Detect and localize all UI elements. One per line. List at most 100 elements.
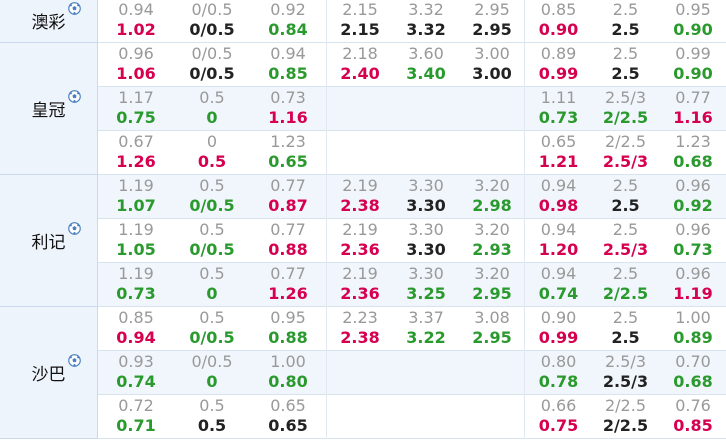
- odds-cell[interactable]: 2.5 2.5: [592, 0, 659, 43]
- initial-odds-value: 2.5: [612, 220, 639, 239]
- odds-cell[interactable]: 1.19 1.05: [98, 219, 174, 263]
- soccer-ball-icon[interactable]: [67, 354, 81, 367]
- odds-cell[interactable]: 0.5 0/0.5: [174, 175, 250, 219]
- company-name[interactable]: 澳彩: [32, 2, 81, 33]
- odds-cell[interactable]: 0.94 0.98: [525, 175, 592, 219]
- company-name[interactable]: 利记: [32, 222, 81, 253]
- odds-cell[interactable]: 2.5 2.5: [592, 175, 659, 219]
- asian-handicap-group: 0.85 0.94 0.5 0/0.5 0.95 0.88: [98, 307, 326, 351]
- odds-cell[interactable]: 0.96 1.19: [659, 263, 726, 307]
- odds-cell[interactable]: 0.94 0.74: [525, 263, 592, 307]
- odds-cell[interactable]: 0.94 0.85: [250, 43, 326, 87]
- odds-cell[interactable]: 2.19 2.38: [327, 175, 393, 219]
- initial-odds-value: 0.5: [199, 88, 225, 107]
- odds-cell[interactable]: 2.5 2.5: [592, 43, 659, 87]
- odds-cell[interactable]: 0.93 0.74: [98, 351, 174, 395]
- odds-cell[interactable]: 0.67 1.26: [98, 131, 174, 175]
- odds-cell[interactable]: 3.08 2.95: [459, 307, 525, 351]
- odds-cell[interactable]: 0.85 0.90: [525, 0, 592, 43]
- odds-cell[interactable]: 1.17 0.75: [98, 87, 174, 131]
- odds-cell[interactable]: 1.00 0.80: [250, 351, 326, 395]
- initial-odds-value: 0: [206, 132, 218, 151]
- odds-cell[interactable]: 0.5 0.5: [174, 395, 250, 439]
- live-odds-value: 2.38: [340, 196, 380, 215]
- odds-cell[interactable]: 1.23 0.65: [250, 131, 326, 175]
- odds-cell[interactable]: 3.20 2.95: [459, 263, 525, 307]
- odds-cell[interactable]: 0 0.5: [174, 131, 250, 175]
- odds-cell[interactable]: 0.80 0.78: [525, 351, 592, 395]
- odds-cell[interactable]: 0/0.5 0: [174, 351, 250, 395]
- odds-cell[interactable]: 3.32 3.32: [393, 0, 459, 43]
- live-odds-value: 2.95: [472, 284, 512, 303]
- odds-cell[interactable]: 0.96 1.06: [98, 43, 174, 87]
- odds-cell[interactable]: 0.85 0.94: [98, 307, 174, 351]
- odds-cell[interactable]: 0.65 1.21: [525, 131, 592, 175]
- odds-cell[interactable]: 2.18 2.40: [327, 43, 393, 87]
- odds-cell[interactable]: 0.70 0.68: [659, 351, 726, 395]
- odds-cell[interactable]: 3.00 3.00: [459, 43, 525, 87]
- odds-cell[interactable]: 0.96 0.92: [659, 175, 726, 219]
- odds-cell[interactable]: 3.37 3.22: [393, 307, 459, 351]
- initial-odds-value: 2.23: [342, 308, 378, 327]
- odds-cell[interactable]: 0.73 1.16: [250, 87, 326, 131]
- odds-cell[interactable]: 0.95 0.90: [659, 0, 726, 43]
- odds-cell[interactable]: 0/0.5 0/0.5: [174, 43, 250, 87]
- odds-cell[interactable]: 1.11 0.73: [525, 87, 592, 131]
- odds-cell[interactable]: 2.5/3 2/2.5: [592, 87, 659, 131]
- initial-odds-value: 1.23: [675, 132, 711, 151]
- odds-cell[interactable]: 2.95 2.95: [459, 0, 525, 43]
- odds-cell[interactable]: 0.94 1.20: [525, 219, 592, 263]
- odds-cell[interactable]: 0.72 0.71: [98, 395, 174, 439]
- odds-cell[interactable]: 0.90 0.99: [525, 307, 592, 351]
- odds-cell[interactable]: 0.65 0.65: [250, 395, 326, 439]
- odds-cell[interactable]: 1.19 0.73: [98, 263, 174, 307]
- odds-cell[interactable]: 3.20 2.93: [459, 219, 525, 263]
- soccer-ball-icon[interactable]: [67, 90, 81, 103]
- odds-cell[interactable]: 2.23 2.38: [327, 307, 393, 351]
- odds-cell[interactable]: 2/2.5 2/2.5: [592, 395, 659, 439]
- initial-odds-value: 1.23: [270, 132, 306, 151]
- soccer-ball-icon[interactable]: [67, 222, 81, 235]
- odds-cell[interactable]: 0.66 0.75: [525, 395, 592, 439]
- odds-cell[interactable]: 0.5 0/0.5: [174, 219, 250, 263]
- odds-cell[interactable]: 3.20 2.98: [459, 175, 525, 219]
- odds-cell[interactable]: 2.15 2.15: [327, 0, 393, 43]
- company-name[interactable]: 沙巴: [32, 354, 81, 385]
- odds-cell[interactable]: 0.5 0/0.5: [174, 307, 250, 351]
- odds-cell[interactable]: 0.76 0.85: [659, 395, 726, 439]
- odds-cell[interactable]: 3.30 3.30: [393, 175, 459, 219]
- odds-cell[interactable]: 1.00 0.89: [659, 307, 726, 351]
- odds-cell[interactable]: 0.99 0.90: [659, 43, 726, 87]
- odds-cell[interactable]: 0.77 1.16: [659, 87, 726, 131]
- odds-cell[interactable]: 1.23 0.68: [659, 131, 726, 175]
- odds-cell[interactable]: 0.95 0.88: [250, 307, 326, 351]
- odds-cell[interactable]: 0.92 0.84: [250, 0, 326, 43]
- soccer-ball-icon[interactable]: [67, 2, 81, 15]
- odds-cell[interactable]: 2.5 2.5/3: [592, 219, 659, 263]
- odds-cell[interactable]: 0.5 0: [174, 87, 250, 131]
- odds-cell[interactable]: 0.89 0.99: [525, 43, 592, 87]
- odds-cell[interactable]: 3.30 3.30: [393, 219, 459, 263]
- initial-odds-value: 0.77: [270, 264, 306, 283]
- odds-cell[interactable]: 2.5 2.5: [592, 307, 659, 351]
- odds-cell[interactable]: 1.19 1.07: [98, 175, 174, 219]
- odds-cell[interactable]: 2/2.5 2.5/3: [592, 131, 659, 175]
- initial-odds-value: 0.66: [540, 396, 577, 415]
- odds-cell[interactable]: 0.77 0.87: [250, 175, 326, 219]
- live-odds-value: 0/0.5: [189, 240, 235, 259]
- odds-cell[interactable]: 2.19 2.36: [327, 219, 393, 263]
- live-odds-value: 0: [206, 372, 218, 391]
- odds-cell[interactable]: 2.19 2.36: [327, 263, 393, 307]
- live-odds-value: 1.06: [116, 64, 156, 83]
- odds-cell[interactable]: 2.5/3 2.5/3: [592, 351, 659, 395]
- company-name[interactable]: 皇冠: [32, 90, 81, 121]
- odds-cell[interactable]: 0.77 0.88: [250, 219, 326, 263]
- odds-cell[interactable]: 3.60 3.40: [393, 43, 459, 87]
- odds-cell[interactable]: 3.30 3.25: [393, 263, 459, 307]
- odds-cell[interactable]: 0.94 1.02: [98, 0, 174, 43]
- odds-cell[interactable]: 0/0.5 0/0.5: [174, 0, 250, 43]
- odds-cell[interactable]: 0.5 0: [174, 263, 250, 307]
- odds-cell[interactable]: 0.77 1.26: [250, 263, 326, 307]
- odds-cell[interactable]: 2.5 2/2.5: [592, 263, 659, 307]
- odds-cell[interactable]: 0.96 0.73: [659, 219, 726, 263]
